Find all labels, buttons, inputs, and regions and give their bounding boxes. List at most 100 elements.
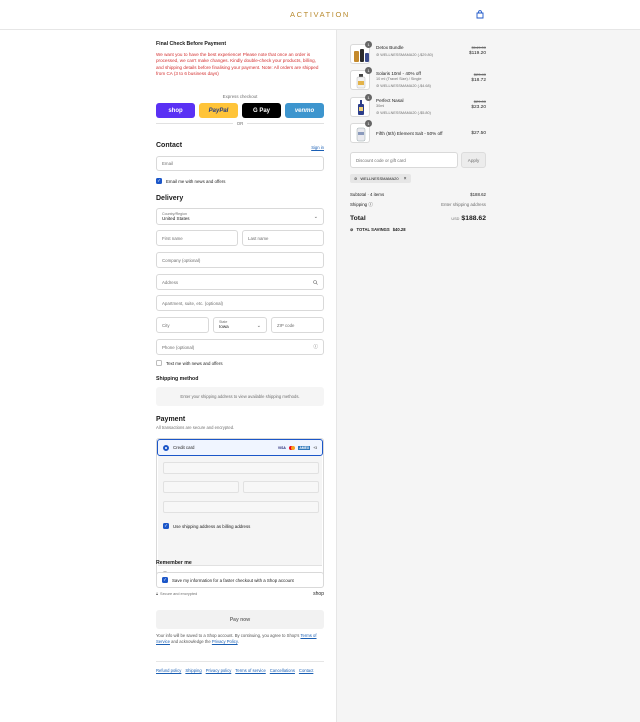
state-select[interactable]: State Iowa ⌄ [213,317,267,333]
shop-logo: shop [313,591,324,597]
shipping-method-title: Shipping method [156,376,199,382]
final-check-notice: Final Check Before Payment We want you t… [156,41,324,77]
privacy-link[interactable]: Privacy Policy [212,639,238,644]
credit-card-option[interactable]: Credit card VISA AMEX +3 [157,439,323,456]
lock-icon: 🔒︎ [156,592,159,596]
last-name-field[interactable]: Last name [242,230,324,246]
tag-icon: ⊘ [376,53,380,57]
google-pay-button[interactable]: G Pay [242,103,281,118]
divider [156,661,324,662]
privacy-policy-link[interactable]: Privacy policy [206,668,232,673]
item-name: Solaris 10ml - 40% off [376,71,421,76]
card-number-field[interactable] [163,462,319,474]
security-code-field[interactable] [243,481,319,493]
tag-icon: ⊘ [350,227,354,232]
checkmark-icon: ✓ [162,577,168,583]
cart-item: 1 Detox Bundle ⊘ WELLNESSMAMA20 (-$29.80… [350,41,486,64]
item-name: Fifth (5th) Element Salt - 50% off [376,131,443,136]
help-icon[interactable]: ⓘ [368,202,372,207]
cart-item: 1 Perfect Nasal 30ml ⊘ WELLNESSMAMA20 (-… [350,94,486,117]
shipping-link[interactable]: Shipping [185,668,201,673]
country-select[interactable]: Country/Region United States ⌄ [156,208,324,225]
shopping-bag-icon[interactable] [476,10,484,19]
contact-link[interactable]: Contact [299,668,313,673]
tag-icon: ⊘ [376,111,380,115]
first-name-field[interactable]: First name [156,230,238,246]
total-row: Total USD $188.62 [350,215,486,222]
express-checkout: Express checkout shop PayPal G Pay venmo… [156,94,324,126]
company-field[interactable]: Company (optional) [156,252,324,268]
refund-policy-link[interactable]: Refund policy [156,668,181,673]
sign-in-link[interactable]: Sign in [311,145,324,150]
shop-pay-button[interactable]: shop [156,103,195,118]
item-name: Detox Bundle [376,45,404,50]
text-me-checkbox[interactable]: Text me with news and offers [156,360,223,366]
apply-button[interactable]: Apply [461,152,486,168]
chevron-down-icon: ⌄ [313,214,318,220]
contact-title: Contact [156,142,183,149]
paypal-button[interactable]: PayPal [199,103,238,118]
item-old-price: $29.00 [473,99,486,104]
contact-header: Contact Sign in [156,142,324,152]
terms-of-service-link[interactable]: Terms of service [235,668,265,673]
item-variant: 30ml [376,104,385,108]
payment-title: Payment [156,416,186,423]
venmo-button[interactable]: venmo [285,103,324,118]
quantity-badge: 1 [365,120,372,127]
email-field[interactable]: Email [156,156,324,171]
chevron-down-icon: ⌄ [256,323,261,329]
delivery-title: Delivery [156,195,184,202]
quantity-badge: 1 [365,94,372,101]
subtotal-row: Subtotal · 4 items $188.62 [350,192,486,197]
city-field[interactable]: City [156,317,209,333]
discount-code-input[interactable]: Discount code or gift card [350,152,458,168]
item-price: $119.20 [469,51,486,56]
legal-text: Your info will be saved to a Shop accoun… [156,633,317,644]
tag-icon: ⊘ [376,84,380,88]
savings-row: ⊘ TOTAL SAVINGS $40.28 [350,227,406,232]
radio-selected [163,444,169,451]
zip-field[interactable]: ZIP code [271,317,324,333]
pay-now-button[interactable]: Pay now [156,610,324,629]
checkout-main: Final Check Before Payment We want you t… [0,30,336,722]
item-price: $27.50 [471,131,486,136]
checkmark-icon: ✓ [163,523,169,529]
or-divider: OR [156,121,324,126]
checkmark-icon: ✓ [156,178,162,184]
save-info-option[interactable]: ✓ Save my information for a faster check… [156,572,324,588]
billing-same-checkbox[interactable]: ✓ Use shipping address as billing addres… [163,523,250,529]
cart-item: 1 Solaris 10ml - 40% off 10 ml (Travel S… [350,67,486,90]
close-icon[interactable]: × [404,176,407,182]
search-icon [313,279,318,285]
payment-header: Payment All transactions are secure and … [156,416,324,430]
brand-logo[interactable]: ACTIVATION [0,10,640,19]
cancellations-link[interactable]: Cancellations [270,668,295,673]
name-on-card-field[interactable] [163,501,319,513]
mastercard-icon [288,445,296,450]
quantity-badge: 1 [365,41,372,48]
quantity-badge: 1 [365,67,372,74]
phone-field[interactable]: Phone (optional) ⓘ [156,339,324,355]
card-form: ✓ Use shipping address as billing addres… [158,456,322,566]
shipping-method-info: Enter your shipping address to view avai… [156,387,324,406]
address-field[interactable]: Address [156,274,324,290]
item-variant: 10 ml (Travel Size) / Single [376,77,422,81]
notice-text: We want you to have the best experience!… [156,52,319,76]
delivery-header: Delivery [156,195,324,202]
item-discount: ⊘ WELLNESSMAMA20 (-$5.80) [376,111,431,115]
newsletter-checkbox[interactable]: ✓ Email me with news and offers [156,178,225,184]
item-discount: ⊘ WELLNESSMAMA20 (-$4.68) [376,84,431,88]
order-summary: 1 Detox Bundle ⊘ WELLNESSMAMA20 (-$29.80… [336,30,640,722]
express-label: Express checkout [222,94,258,99]
applied-discount-chip: ⊘ WELLNESSMAMA20 × [350,174,411,183]
item-discount: ⊘ WELLNESSMAMA20 (-$29.80) [376,53,434,57]
expiry-field[interactable] [163,481,239,493]
help-icon[interactable]: ⓘ [313,344,318,350]
more-cards-count: +3 [313,445,317,450]
amex-icon: AMEX [298,445,311,450]
tag-icon: ⊘ [354,176,358,181]
item-name: Perfect Nasal [376,98,404,103]
apartment-field[interactable]: Apartment, suite, etc. (optional) [156,295,324,311]
footer-links: Refund policy Shipping Privacy policy Te… [156,668,324,673]
payment-subtitle: All transactions are secure and encrypte… [156,425,235,430]
